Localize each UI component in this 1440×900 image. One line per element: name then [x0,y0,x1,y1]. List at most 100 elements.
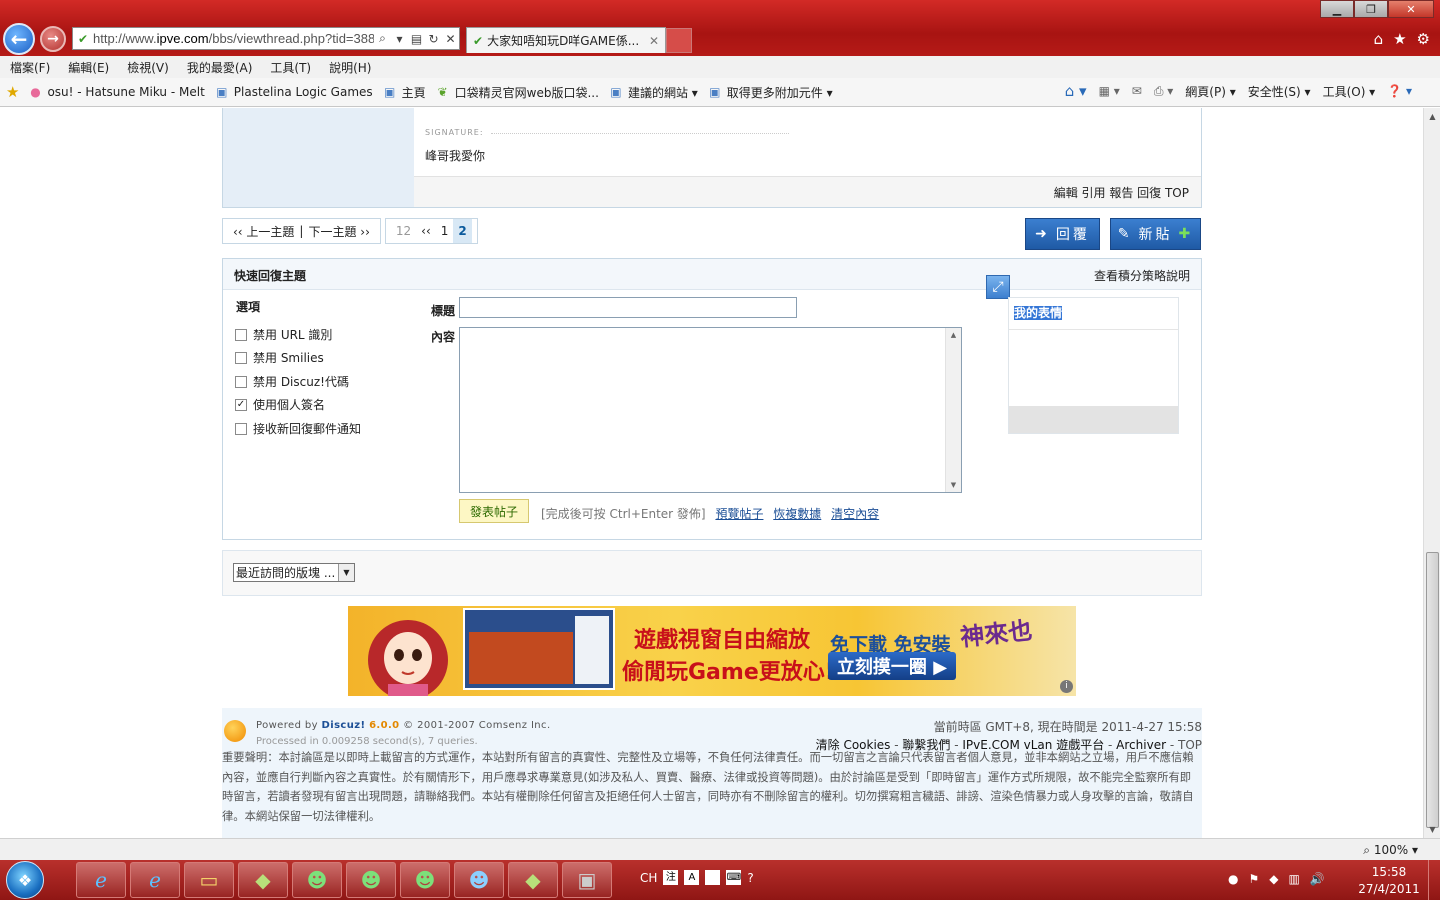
new-tab-button[interactable] [666,28,692,53]
recent-forums-select[interactable]: 最近訪問的版塊 ... ▼ [233,563,355,582]
mail-icon[interactable]: ✉ [1132,84,1142,98]
taskbar-ie-pinned[interactable]: ℯ [76,862,126,898]
ad-banner[interactable]: 遊戲視窗自由縮放 偷閒玩Game更放心! 免下載 免安裝 立刻摸一圈 ▶ 神來也… [348,606,1076,696]
ime-icon[interactable]: 注 [663,870,679,885]
discuz-link[interactable]: Discuz! [322,720,366,731]
favorite-item[interactable]: ▣ Plastelina Logic Games [214,84,373,100]
banner-cta-button[interactable]: 立刻摸一圈 ▶ [828,652,956,680]
checkbox[interactable] [235,351,247,364]
menu-favorites[interactable]: 我的最愛(A) [187,59,253,76]
expand-editor-icon[interactable]: ⤢ [986,275,1010,299]
close-window-button[interactable]: ✕ [1388,0,1434,18]
print-icon[interactable]: ⎙ ▾ [1154,84,1173,99]
scroll-down-icon[interactable]: ▼ [1424,821,1440,838]
taskbar-ie-window[interactable]: ℯ [130,862,180,898]
forward-button[interactable]: → [40,26,66,52]
prev-thread-link[interactable]: ‹‹ 上一主題 [228,223,299,240]
credit-policy-link[interactable]: 查看積分策略說明 [1094,267,1190,284]
scroll-thumb[interactable] [1426,552,1439,828]
post-actions[interactable]: 編輯 引用 報告 回復 TOP [414,176,1201,207]
tools-gear-icon[interactable]: ⚙ [1417,30,1430,48]
checkbox[interactable] [235,375,247,388]
tab-close-icon[interactable]: ✕ [649,34,659,48]
back-button[interactable]: ← [3,23,35,55]
taskbar-messenger[interactable]: ☻ [454,862,504,898]
taskbar-app[interactable]: ◆ [238,862,288,898]
option-disable-url[interactable]: 禁用 URL 識別 [235,326,332,343]
tab-active[interactable]: ✔ 大家知唔知玩D咩GAME係... ✕ [466,27,666,53]
emoji-panel-title[interactable]: 我的表情 [1009,298,1178,330]
home-icon[interactable]: ⌂ ▾ [1065,82,1087,100]
subject-input[interactable] [459,297,797,318]
favorite-item[interactable]: ▣ 建議的網站 ▾ [608,84,698,101]
menu-safety[interactable]: 安全性(S) ▾ [1248,83,1311,100]
page-1-link[interactable]: 1 [436,224,454,238]
content-textarea[interactable]: ▲ ▼ [459,327,962,493]
taskbar-messenger[interactable]: ☻ [292,862,342,898]
preview-link[interactable]: 預覽帖子 [715,507,763,521]
option-email-notify[interactable]: 接收新回復郵件通知 [235,420,361,437]
menu-help[interactable]: 說明(H) [329,59,371,76]
checkbox[interactable] [235,328,247,341]
page-scrollbar[interactable]: ▲ ▼ [1423,108,1440,838]
page-first-link[interactable]: ‹‹ [416,224,436,238]
menu-edit[interactable]: 編輯(E) [68,59,109,76]
reply-button[interactable]: ➜ 回覆 [1025,218,1100,250]
address-url[interactable]: http://www.ipve.com/bbs/viewthread.php?t… [93,31,374,46]
menu-page[interactable]: 網頁(P) ▾ [1185,83,1235,100]
refresh-icon[interactable]: ↻ [425,32,442,46]
volume-icon[interactable]: 🔊 [1310,872,1325,886]
favorite-item[interactable]: ❦ 口袋精灵官网web版口袋... [435,84,599,101]
favorite-item[interactable]: ● osu! - Hatsune Miku - Melt [27,84,205,100]
tray-app-icon[interactable]: ◆ [1269,872,1278,886]
option-disable-discuz-code[interactable]: 禁用 Discuz!代碼 [235,373,349,390]
ad-info-icon[interactable]: i [1060,680,1073,693]
taskbar-messenger[interactable]: ☻ [346,862,396,898]
feeds-icon[interactable]: ▦ ▾ [1099,84,1120,98]
menu-tools-cmd[interactable]: 工具(O) ▾ [1323,83,1376,100]
option-use-signature[interactable]: ✓ 使用個人簽名 [235,396,325,413]
search-icon[interactable]: ⌕ [374,31,391,46]
favorite-item[interactable]: ▣ 取得更多附加元件 ▾ [707,84,833,101]
favorites-star-icon[interactable]: ★ [6,83,19,101]
language-bar[interactable]: CH 注 A ⌨ ? [640,870,754,885]
zoom-control[interactable]: ⌕ 100% ▾ [1363,843,1418,858]
checkbox-checked[interactable]: ✓ [235,398,247,411]
tray-app-icon[interactable]: ● [1228,872,1238,886]
restore-link[interactable]: 恢複數據 [773,507,821,521]
submit-post-button[interactable]: 發表帖子 [459,499,529,523]
tray-flag-icon[interactable]: ⚑ [1248,872,1259,886]
home-icon[interactable]: ⌂ [1374,30,1384,48]
option-disable-smilies[interactable]: 禁用 Smilies [235,349,324,366]
clear-link[interactable]: 清空內容 [831,507,879,521]
menu-view[interactable]: 檢視(V) [127,59,169,76]
textarea-scrollbar[interactable]: ▲ ▼ [945,328,961,492]
start-button[interactable]: ❖ [6,861,44,899]
taskbar-messenger[interactable]: ☻ [400,862,450,898]
checkbox[interactable] [235,422,247,435]
new-post-button[interactable]: ✎ 新貼 ✚ [1110,218,1201,250]
scroll-up-icon[interactable]: ▲ [1424,108,1440,125]
menu-file[interactable]: 檔案(F) [10,59,50,76]
show-desktop-button[interactable] [1428,860,1440,900]
minimize-button[interactable]: ▁ [1320,0,1354,18]
taskbar-game[interactable]: ▣ [562,862,612,898]
dropdown-icon[interactable]: ▾ [391,32,408,46]
taskbar-app[interactable]: ◆ [508,862,558,898]
compat-view-icon[interactable]: ▤ [408,32,425,46]
next-thread-link[interactable]: 下一主題 ›› [303,223,374,240]
font-icon[interactable]: A [684,870,700,885]
maximize-button[interactable]: ❐ [1354,0,1388,18]
network-icon[interactable]: ▥ [1288,872,1299,886]
taskbar-explorer[interactable]: ▭ [184,862,234,898]
keyboard-icon[interactable]: ⌨ [726,870,742,885]
stop-icon[interactable]: ✕ [442,32,459,46]
menu-tools[interactable]: 工具(T) [270,59,311,76]
halfwidth-icon[interactable] [705,870,721,885]
address-bar[interactable]: ✔ http://www.ipve.com/bbs/viewthread.php… [72,27,460,50]
favorite-item[interactable]: ▣ 主頁 [382,84,426,101]
help-icon[interactable]: ? [747,871,753,885]
help-icon[interactable]: ❓ ▾ [1387,84,1412,98]
taskbar-clock[interactable]: 15:58 27/4/2011 [1354,864,1424,898]
favorites-star-icon[interactable]: ★ [1393,30,1406,48]
